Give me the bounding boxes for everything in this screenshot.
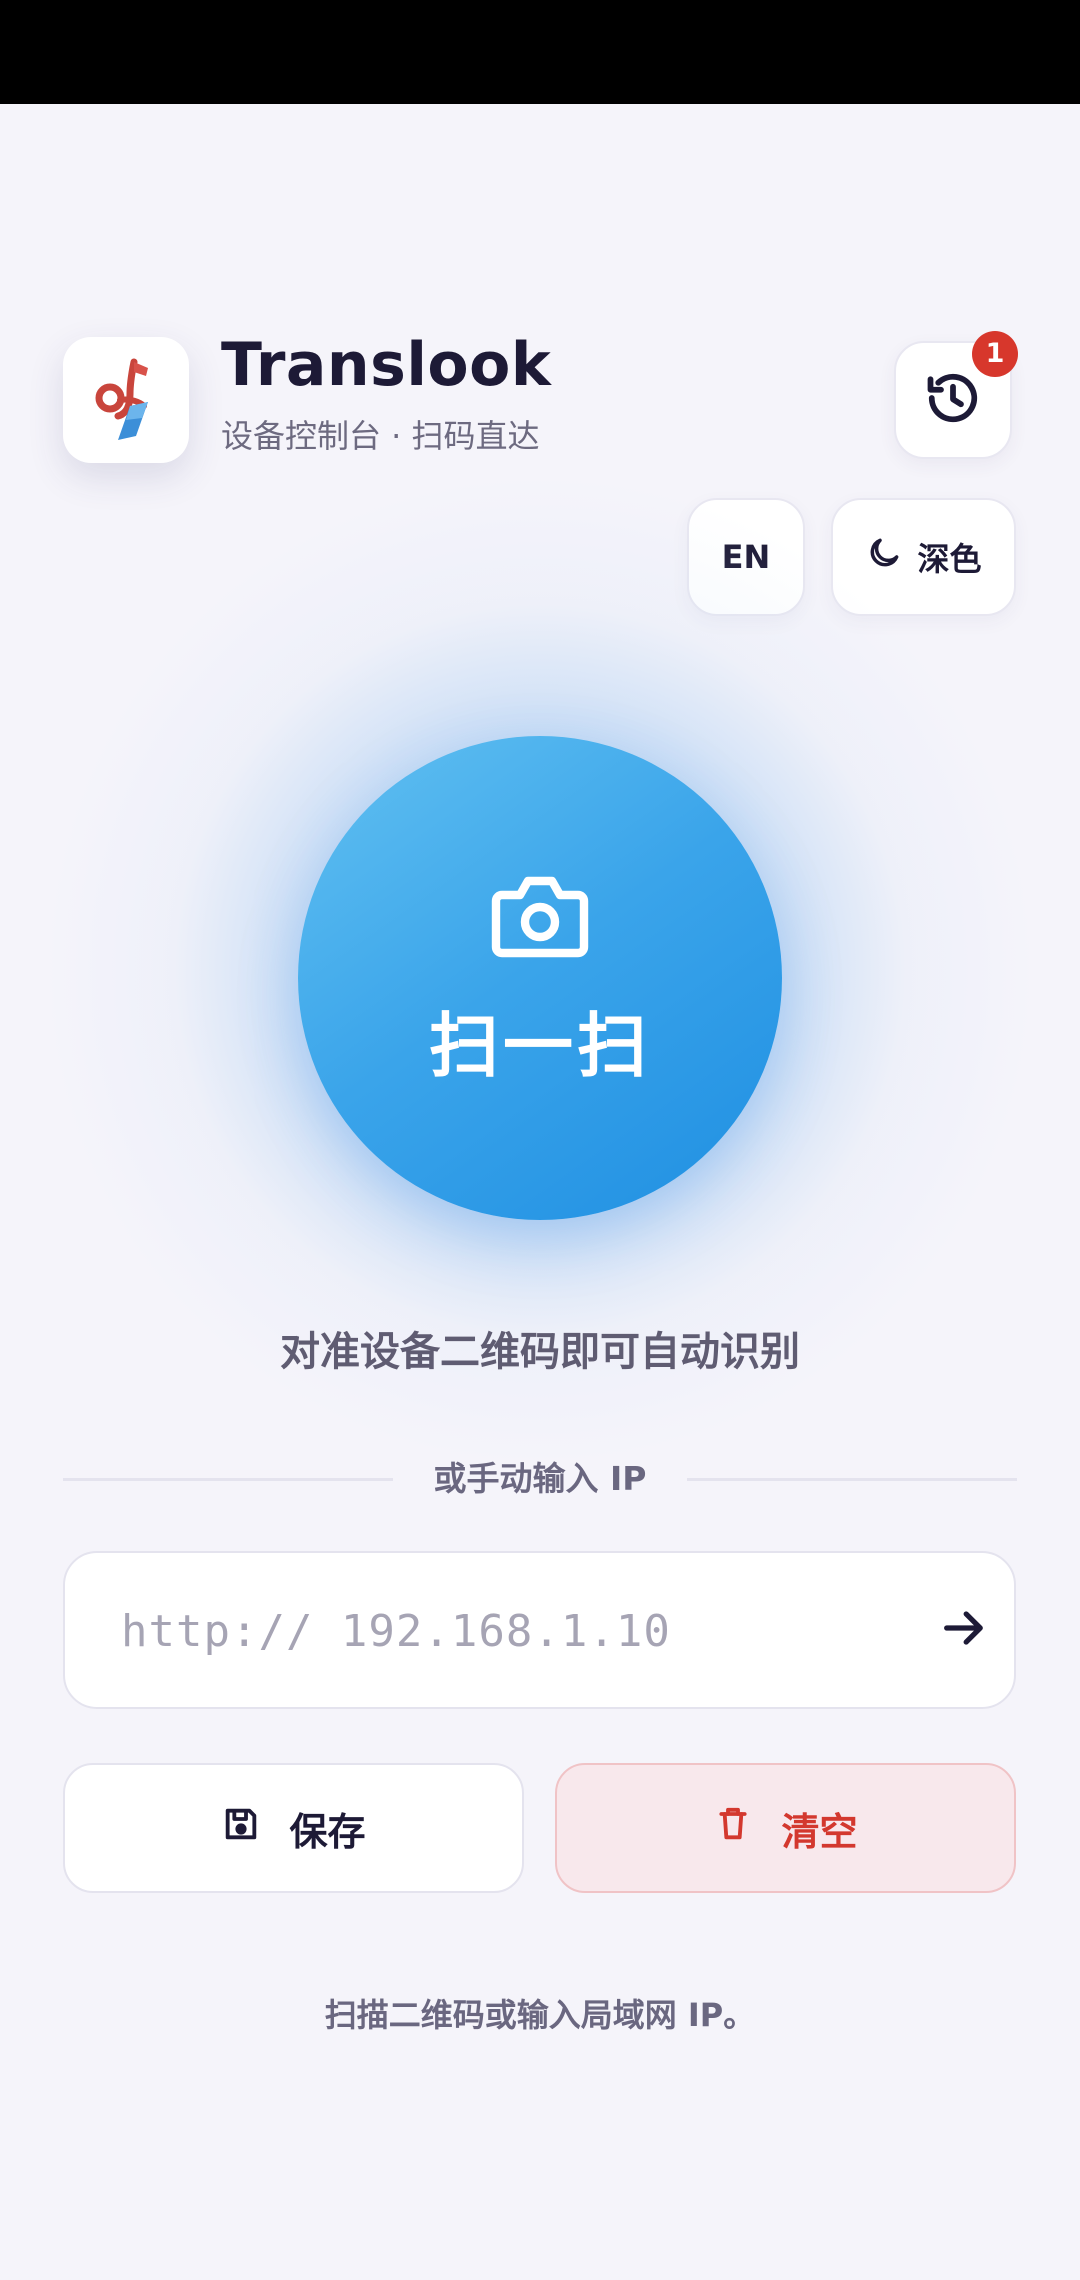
divider-line-left [63,1478,393,1481]
app-title: Translook [221,330,552,400]
arrow-right-icon [938,1602,990,1658]
save-button-label: 保存 [289,1809,366,1854]
theme-label: 深色 [917,540,982,578]
save-icon [221,1804,261,1853]
clear-button[interactable]: 清空 [555,1763,1016,1893]
go-button[interactable] [927,1593,1001,1667]
manual-input-divider-label: 或手动输入 IP [433,1459,647,1498]
trash-icon [713,1804,753,1853]
status-bar [0,0,1080,104]
ip-input-container [63,1551,1016,1709]
translook-logo-icon [90,354,162,446]
ip-input[interactable] [119,1553,883,1709]
scan-label: 扫一扫 [429,1005,651,1087]
footer-note: 扫描二维码或输入局域网 IP。 [324,1996,756,2034]
scan-button[interactable]: 扫一扫 [298,736,782,1220]
moon-icon [865,534,903,580]
save-button[interactable]: 保存 [63,1763,524,1893]
camera-icon [490,871,590,965]
history-badge: 1 [972,331,1018,377]
clear-button-label: 清空 [781,1809,858,1854]
history-icon [923,368,983,432]
divider-line-right [687,1478,1017,1481]
scan-hint: 对准设备二维码即可自动识别 [280,1329,800,1375]
app-logo [63,337,189,463]
app-subtitle: 设备控制台 · 扫码直达 [221,417,540,455]
